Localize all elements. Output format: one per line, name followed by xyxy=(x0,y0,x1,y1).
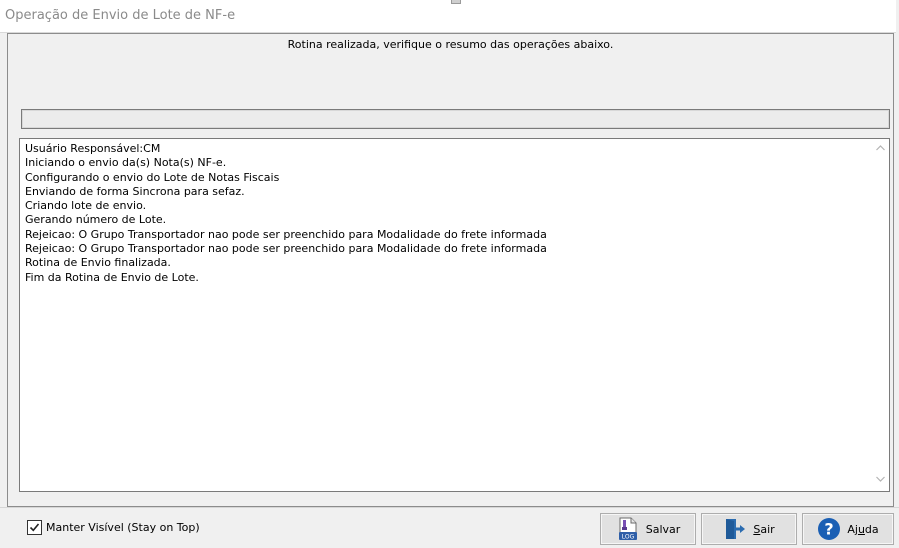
stay-on-top-checkbox[interactable] xyxy=(27,519,42,535)
stay-on-top-toggle[interactable]: Manter Visível (Stay on Top) xyxy=(27,519,200,535)
scroll-down-arrow-icon[interactable] xyxy=(872,472,889,489)
scroll-up-arrow-icon[interactable] xyxy=(872,141,889,158)
salvar-label: Salvar xyxy=(645,522,681,536)
status-message: Rotina realizada, verifique o resumo das… xyxy=(287,38,614,51)
log-line: Configurando o envio do Lote de Notas Fi… xyxy=(25,170,280,184)
log-line: Usuário Responsável:CM xyxy=(25,142,161,155)
main-panel: Rotina realizada, verifique o resumo das… xyxy=(7,33,894,507)
log-file-icon: LOG xyxy=(616,517,640,541)
ajuda-label: Ajuda xyxy=(847,522,879,536)
log-line: Rejeicao: O Grupo Transportador nao pode… xyxy=(25,227,547,241)
log-line: Iniciando o envio da(s) Nota(s) NF-e. xyxy=(25,156,227,170)
svg-text:LOG: LOG xyxy=(621,534,634,541)
log-line: Rejeicao: O Grupo Transportador nao pode… xyxy=(25,242,547,256)
stay-on-top-label: Manter Visível (Stay on Top) xyxy=(46,520,200,534)
log-line: Criando lote de envio. xyxy=(25,199,147,213)
log-line: Rotina de Envio finalizada. xyxy=(25,256,171,270)
log-line: Enviando de forma Sincrona para sefaz. xyxy=(25,184,245,198)
window-title: Operação de Envio de Lote de NF-e xyxy=(5,8,236,23)
log-textarea[interactable]: Usuário Responsável:CM Iniciando o envio… xyxy=(19,138,890,492)
log-line: Fim da Rotina de Envio de Lote. xyxy=(25,270,199,284)
footer-bar: Manter Visível (Stay on Top) LOG Salvar … xyxy=(0,507,899,548)
progress-bar xyxy=(21,109,890,129)
vertical-scrollbar[interactable] xyxy=(872,139,889,491)
svg-text:?: ? xyxy=(825,520,834,539)
sair-label: Sair xyxy=(753,522,775,536)
salvar-button[interactable]: LOG Salvar xyxy=(600,513,696,545)
log-lines: Usuário Responsável:CM Iniciando o envio… xyxy=(25,142,547,285)
log-line: Gerando número de Lote. xyxy=(25,213,167,227)
title-bar[interactable]: Operação de Envio de Lote de NF-e xyxy=(0,0,896,33)
resize-grip[interactable] xyxy=(451,0,461,4)
sair-button[interactable]: Sair xyxy=(701,513,797,545)
help-icon: ? xyxy=(817,517,841,541)
exit-door-icon xyxy=(723,517,747,541)
checkmark-icon xyxy=(29,522,40,531)
ajuda-button[interactable]: ? Ajuda xyxy=(802,513,894,545)
